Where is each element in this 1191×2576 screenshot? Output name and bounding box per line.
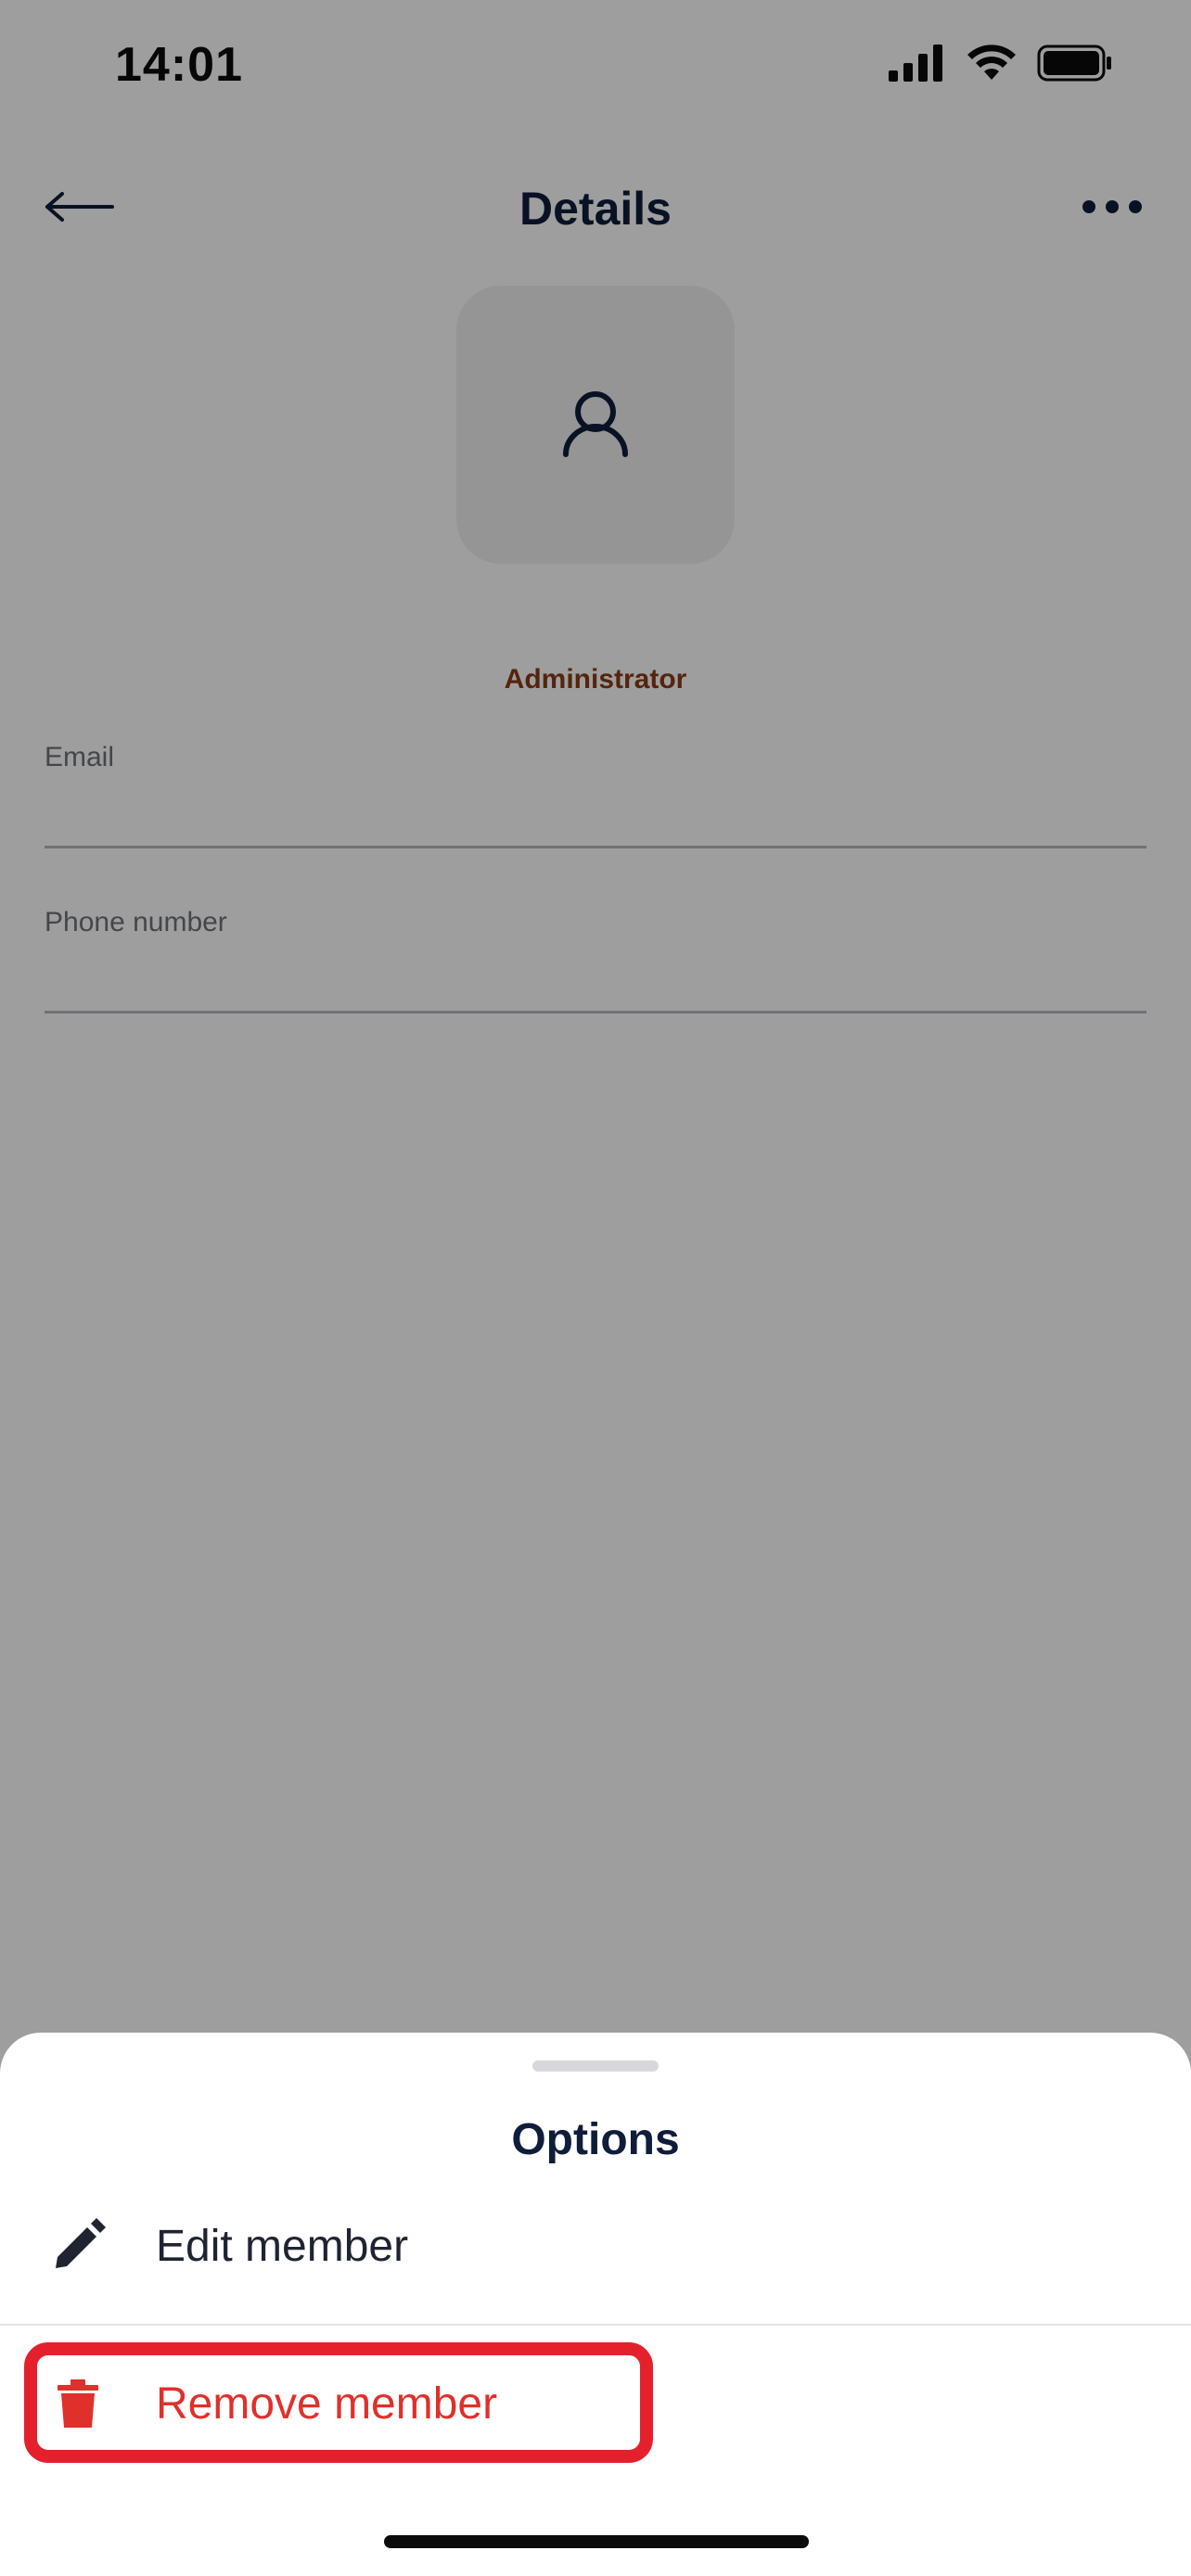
- sheet-grabber[interactable]: [532, 2060, 659, 2072]
- edit-member-label: Edit member: [156, 2221, 409, 2271]
- menu-divider: [0, 2324, 1191, 2326]
- home-indicator[interactable]: [384, 2535, 809, 2548]
- edit-member-button[interactable]: Edit member: [0, 2181, 1191, 2311]
- remove-member-highlight: [24, 2342, 653, 2463]
- sheet-title: Options: [511, 2115, 680, 2164]
- options-bottom-sheet: Options Edit member Remove member: [0, 2033, 1191, 2576]
- pencil-icon: [41, 2209, 115, 2283]
